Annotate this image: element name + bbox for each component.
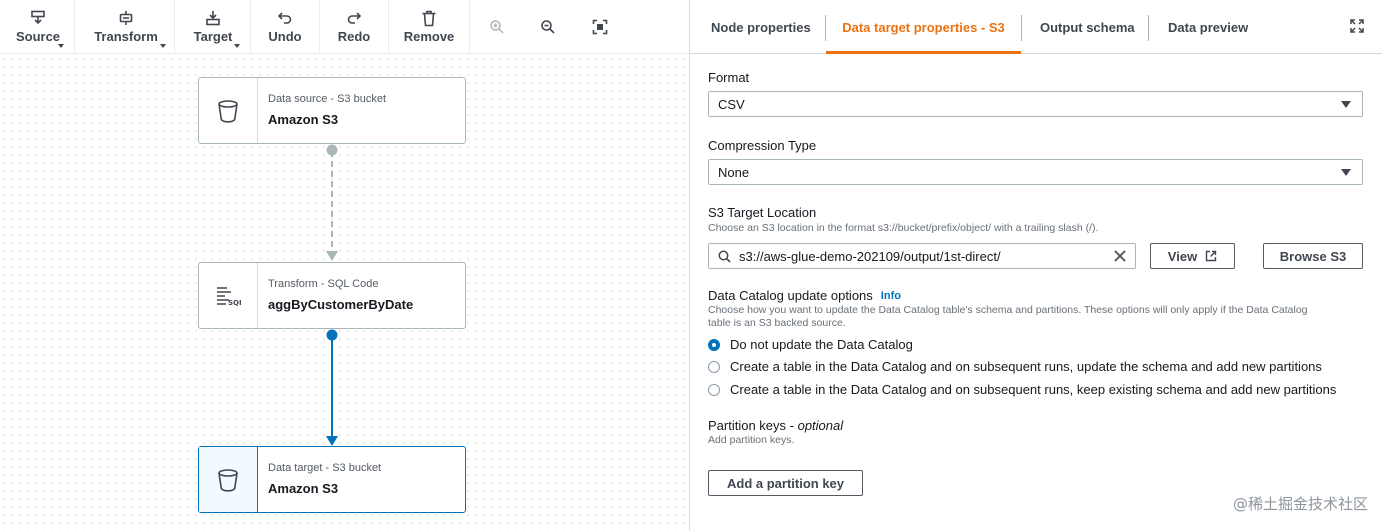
remove-label: Remove	[403, 29, 455, 44]
catalog-description-line-1: Choose how you want to update the Data C…	[708, 304, 1308, 316]
format-value: CSV	[718, 96, 745, 112]
view-label: View	[1167, 248, 1198, 264]
transform-icon	[118, 9, 134, 27]
dropdown-arrow-icon	[1341, 169, 1351, 176]
fit-to-screen-icon[interactable]	[590, 17, 610, 37]
node-data-target[interactable]: Data target - S3 bucket Amazon S3	[198, 446, 466, 513]
edge-port-dot	[326, 329, 338, 341]
s3-location-input[interactable]: s3://aws-glue-demo-202109/output/1st-dir…	[708, 243, 1136, 269]
catalog-description-line-2: table is an S3 backed source.	[708, 317, 846, 329]
node-details-panel: Node properties Data target properties -…	[690, 0, 1382, 531]
transform-label: Transform	[94, 29, 158, 44]
dropdown-arrow-icon	[1341, 101, 1351, 108]
chevron-down-icon	[160, 44, 166, 48]
partition-keys-label: Partition keys - optional	[708, 418, 843, 433]
zoom-in-icon[interactable]	[487, 17, 507, 37]
node-kind: Transform - SQL Code	[268, 278, 379, 290]
tab-output-schema[interactable]: Output schema	[1040, 0, 1135, 54]
redo-label: Redo	[337, 29, 371, 44]
canvas-toolbar: Source Transform Target Undo Redo Remove	[0, 0, 689, 54]
glue-studio-editor: Source Transform Target Undo Redo Remove…	[0, 0, 1382, 531]
external-link-icon	[1205, 250, 1217, 262]
expand-icon[interactable]	[1350, 19, 1364, 33]
undo-label: Undo	[268, 29, 302, 44]
radio-label: Do not update the Data Catalog	[730, 337, 913, 352]
node-kind: Data source - S3 bucket	[268, 93, 387, 105]
browse-s3-button[interactable]: Browse S3	[1263, 243, 1363, 269]
sql-icon: SQL	[199, 263, 258, 328]
visual-editor-pane: Source Transform Target Undo Redo Remove…	[0, 0, 690, 531]
node-name: Amazon S3	[268, 112, 339, 127]
radio-option-keep-schema[interactable]: Create a table in the Data Catalog and o…	[708, 382, 1336, 397]
panel-tabs: Node properties Data target properties -…	[690, 0, 1382, 54]
trash-icon	[421, 9, 437, 27]
bucket-icon	[199, 78, 258, 143]
svg-text:SQL: SQL	[228, 299, 241, 307]
watermark: @稀土掘金技术社区	[1232, 495, 1368, 513]
node-kind: Data target - S3 bucket	[268, 462, 382, 474]
zoom-out-icon[interactable]	[538, 17, 558, 37]
radio-button[interactable]	[708, 383, 720, 396]
s3-location-value: s3://aws-glue-demo-202109/output/1st-dir…	[739, 248, 1001, 264]
source-label: Source	[15, 29, 61, 44]
clear-icon[interactable]	[1114, 250, 1126, 262]
s3-location-description: Choose an S3 location in the format s3:/…	[708, 222, 1099, 234]
source-button[interactable]: Source	[8, 0, 68, 54]
target-icon	[205, 9, 221, 27]
node-data-source[interactable]: Data source - S3 bucket Amazon S3	[198, 77, 466, 144]
node-name: Amazon S3	[268, 481, 339, 496]
job-graph-canvas[interactable]: Data source - S3 bucket Amazon S3 SQL Tr…	[0, 55, 689, 531]
edge-arrow-head	[326, 251, 338, 261]
chevron-down-icon	[58, 44, 64, 48]
partition-keys-title: Partition keys -	[708, 418, 798, 433]
info-link[interactable]: Info	[881, 290, 901, 302]
radio-label: Create a table in the Data Catalog and o…	[730, 359, 1322, 374]
s3-location-label: S3 Target Location	[708, 205, 817, 220]
redo-icon	[346, 9, 362, 27]
node-name: aggByCustomerByDate	[268, 297, 414, 312]
add-partition-key-button[interactable]: Add a partition key	[708, 470, 863, 496]
radio-label: Create a table in the Data Catalog and o…	[730, 382, 1337, 397]
search-icon	[718, 250, 731, 263]
edge-arrow-head	[326, 436, 338, 446]
undo-icon	[277, 9, 293, 27]
compression-label: Compression Type	[708, 138, 817, 153]
compression-select[interactable]: None	[708, 159, 1363, 185]
transform-button[interactable]: Transform	[82, 0, 170, 54]
radio-button-checked[interactable]	[708, 338, 720, 351]
tab-data-preview[interactable]: Data preview	[1168, 0, 1248, 54]
chevron-down-icon	[234, 44, 240, 48]
format-select[interactable]: CSV	[708, 91, 1363, 117]
node-transform[interactable]: SQL Transform - SQL Code aggByCustomerBy…	[198, 262, 466, 329]
remove-button[interactable]: Remove	[396, 0, 462, 54]
catalog-options-label: Data Catalog update options	[708, 288, 873, 303]
view-button[interactable]: View	[1150, 243, 1235, 269]
optional-tag: optional	[797, 418, 844, 433]
bucket-icon	[199, 447, 258, 512]
tab-node-properties[interactable]: Node properties	[711, 0, 811, 54]
format-label: Format	[708, 70, 750, 85]
radio-option-update-schema[interactable]: Create a table in the Data Catalog and o…	[708, 359, 1322, 374]
tab-data-target-properties[interactable]: Data target properties - S3	[826, 0, 1021, 54]
edge-port-dot	[326, 144, 338, 156]
compression-value: None	[718, 164, 750, 180]
radio-option-do-not-update[interactable]: Do not update the Data Catalog	[708, 337, 913, 352]
target-button[interactable]: Target	[182, 0, 244, 54]
partition-keys-description: Add partition keys.	[708, 434, 795, 446]
undo-button[interactable]: Undo	[255, 0, 315, 54]
redo-button[interactable]: Redo	[324, 0, 384, 54]
source-icon	[30, 9, 46, 27]
radio-button[interactable]	[708, 360, 720, 373]
target-label: Target	[193, 29, 233, 44]
